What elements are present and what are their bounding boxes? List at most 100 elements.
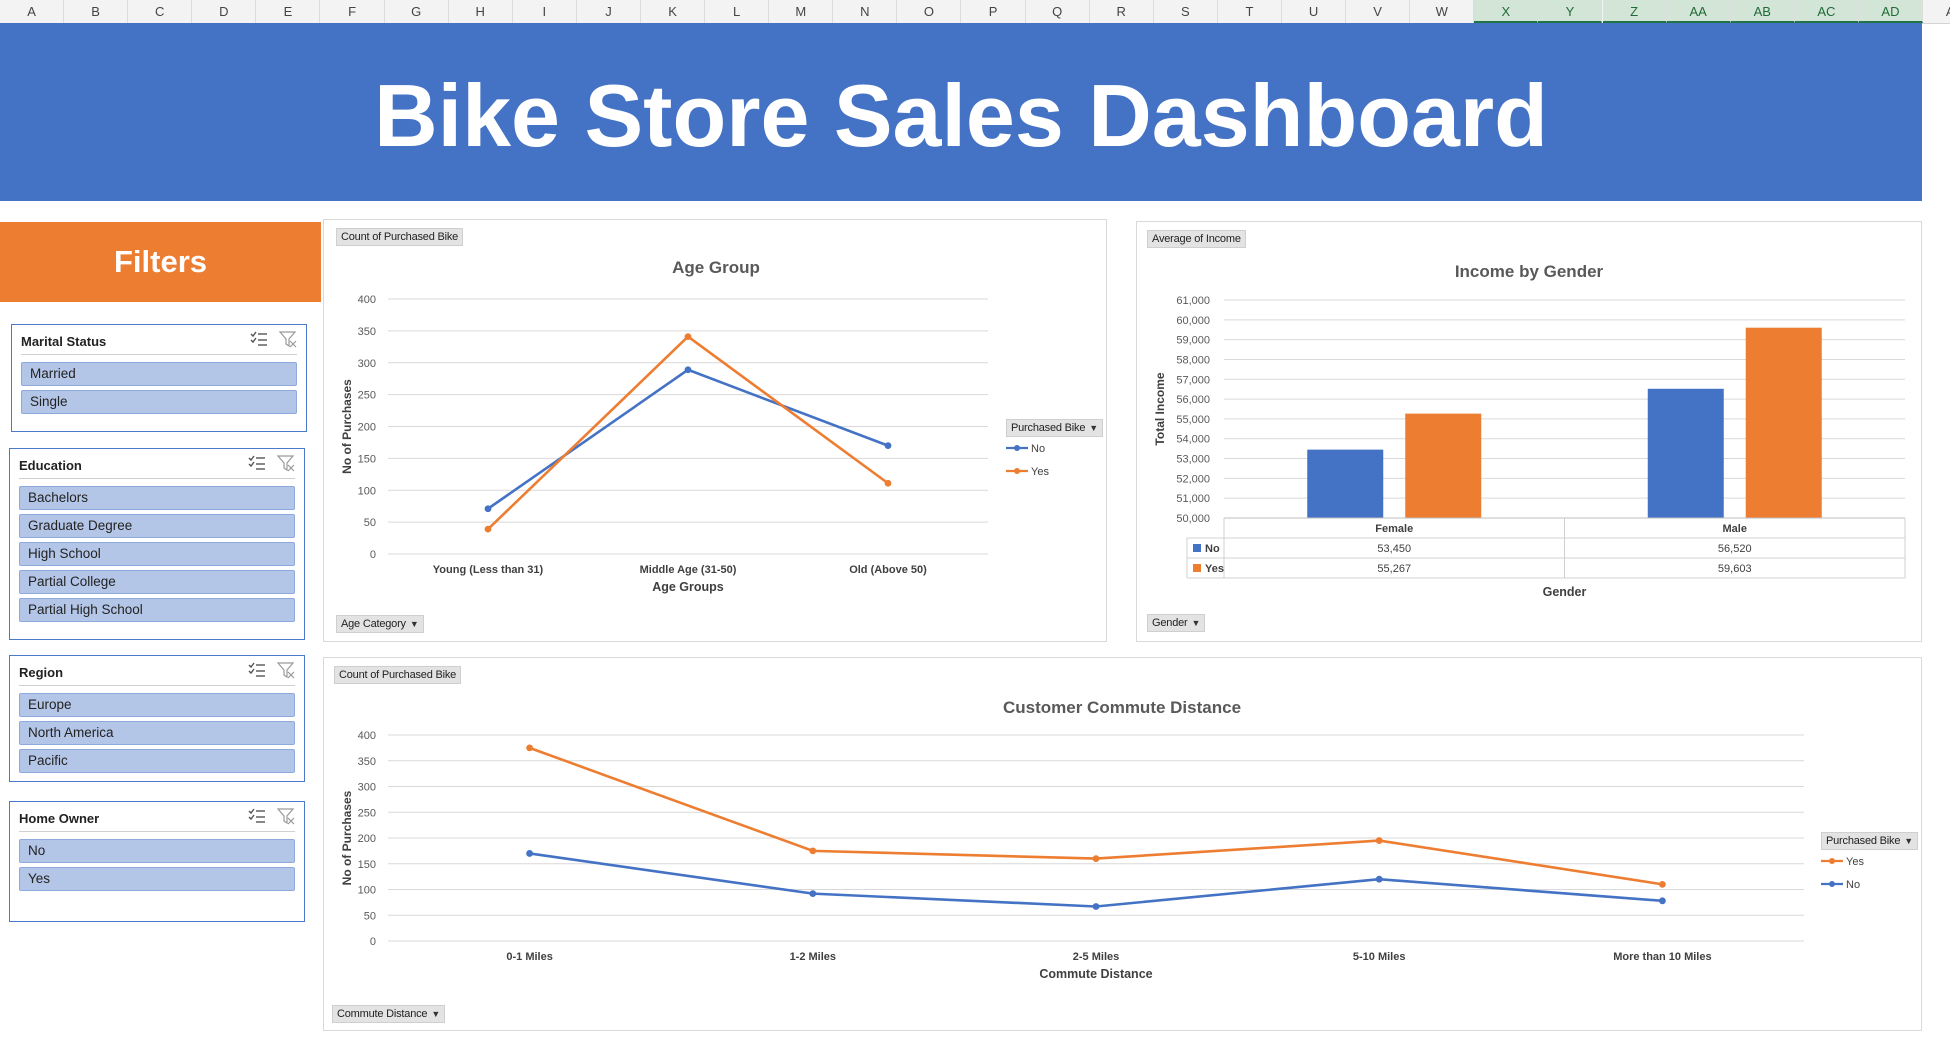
- column-header-q[interactable]: Q: [1026, 0, 1090, 23]
- y-tick-label: 150: [358, 859, 376, 871]
- legend-field-button-purchased-bike[interactable]: Purchased Bike ▼: [1821, 832, 1918, 850]
- slicer-item-single[interactable]: Single: [21, 390, 297, 414]
- slicer-item-graduate-degree[interactable]: Graduate Degree: [19, 514, 295, 538]
- x-axis-title: Commute Distance: [1039, 967, 1152, 981]
- data-point-no: [1659, 897, 1666, 905]
- slicer-item-no[interactable]: No: [19, 839, 295, 863]
- column-header-v[interactable]: V: [1346, 0, 1411, 23]
- column-header-y[interactable]: Y: [1538, 0, 1603, 23]
- column-header-i[interactable]: I: [513, 0, 577, 23]
- age-group-plot: Age Group 0 50 100 150 200 250 300 350 400 Young (…: [340, 258, 1049, 594]
- column-header-a[interactable]: A: [0, 0, 65, 23]
- y-axis-title: No of Purchases: [340, 790, 354, 885]
- y-tick-label: 300: [358, 782, 376, 794]
- slicer-region: Region Europe North America Pacific: [9, 655, 305, 782]
- column-header-j[interactable]: J: [577, 0, 641, 23]
- legend-label-yes: Yes: [1846, 856, 1864, 868]
- x-axis-title: Gender: [1543, 585, 1587, 599]
- slicer-item-bachelors[interactable]: Bachelors: [19, 486, 295, 510]
- column-header-k[interactable]: K: [641, 0, 706, 23]
- field-button-gender[interactable]: Gender ▼: [1147, 614, 1206, 632]
- y-tick-label: 150: [358, 453, 376, 465]
- x-axis-title: Age Groups: [652, 580, 724, 594]
- y-tick-label: 60,000: [1176, 315, 1210, 327]
- column-header-ac[interactable]: AC: [1794, 0, 1859, 23]
- y-tick-label: 300: [358, 358, 376, 370]
- dashboard-title: Bike Store Sales Dashboard: [0, 23, 1922, 201]
- column-header-u[interactable]: U: [1282, 0, 1347, 23]
- slicer-home-owner: Home Owner No Yes: [9, 801, 305, 922]
- column-header-l[interactable]: L: [705, 0, 770, 23]
- column-header-h[interactable]: H: [449, 0, 513, 23]
- multi-select-icon[interactable]: [247, 661, 267, 683]
- clear-filter-icon[interactable]: [278, 330, 298, 352]
- slicer-item-yes[interactable]: Yes: [19, 867, 295, 891]
- data-table-value: 59,603: [1718, 563, 1752, 575]
- chart-age-group: Count of Purchased Bike Age Group 0 50 100 1…: [323, 219, 1107, 642]
- column-header-p[interactable]: P: [962, 0, 1026, 23]
- multi-select-icon[interactable]: [247, 807, 267, 829]
- column-header-c[interactable]: C: [128, 0, 193, 23]
- y-tick-label: 200: [358, 422, 376, 434]
- dropdown-arrow-icon: ▼: [431, 1009, 441, 1019]
- legend-key-no: [1193, 544, 1201, 552]
- column-header-ab[interactable]: AB: [1730, 0, 1795, 23]
- x-tick-label: 0-1 Miles: [506, 951, 552, 963]
- filters-header: Filters: [0, 222, 321, 302]
- slicer-item-high-school[interactable]: High School: [19, 542, 295, 566]
- column-header-ae[interactable]: AE: [1923, 0, 1950, 23]
- y-tick-label: 350: [358, 326, 376, 338]
- legend-field-label: Purchased Bike: [1011, 422, 1086, 434]
- y-tick-label: 50: [364, 910, 376, 922]
- x-tick-label: Male: [1723, 523, 1747, 535]
- dropdown-arrow-icon: ▼: [409, 619, 419, 629]
- slicer-items: No Yes: [19, 839, 295, 895]
- clear-filter-icon[interactable]: [276, 454, 296, 476]
- multi-select-icon[interactable]: [247, 454, 267, 476]
- y-tick-label: 0: [370, 549, 376, 561]
- y-tick-label: 100: [358, 485, 376, 497]
- slicer-item-partial-high-school[interactable]: Partial High School: [19, 598, 295, 622]
- column-header-n[interactable]: N: [833, 0, 898, 23]
- clear-filter-icon[interactable]: [276, 807, 296, 829]
- x-tick-label: Female: [1375, 523, 1413, 535]
- y-tick-label: 54,000: [1176, 434, 1210, 446]
- slicer-item-pacific[interactable]: Pacific: [19, 749, 295, 773]
- field-button-label: Commute Distance: [337, 1008, 428, 1020]
- column-header-d[interactable]: D: [192, 0, 257, 23]
- data-point-yes: [1375, 837, 1383, 844]
- column-header-aa[interactable]: AA: [1666, 0, 1731, 23]
- column-header-z[interactable]: Z: [1602, 0, 1667, 23]
- legend-key-yes: [1193, 564, 1201, 572]
- column-header-r[interactable]: R: [1090, 0, 1154, 23]
- column-header-g[interactable]: G: [385, 0, 449, 23]
- column-header-w[interactable]: W: [1410, 0, 1475, 23]
- x-tick-label: 1-2 Miles: [790, 951, 836, 963]
- field-button-commute-distance[interactable]: Commute Distance ▼: [332, 1005, 446, 1023]
- column-header-t[interactable]: T: [1218, 0, 1282, 23]
- slicer-item-europe[interactable]: Europe: [19, 693, 295, 717]
- legend-field-button-purchased-bike[interactable]: Purchased Bike ▼: [1006, 419, 1103, 437]
- column-header-x[interactable]: X: [1474, 0, 1539, 23]
- clear-filter-icon[interactable]: [276, 661, 296, 683]
- column-header-s[interactable]: S: [1154, 0, 1218, 23]
- slicer-item-partial-college[interactable]: Partial College: [19, 570, 295, 594]
- data-point-yes: [526, 744, 533, 752]
- slicer-marital-status: Marital Status Married Single: [11, 324, 307, 432]
- column-header-o[interactable]: O: [897, 0, 962, 23]
- slicer-item-north-america[interactable]: North America: [19, 721, 295, 745]
- column-header-m[interactable]: M: [769, 0, 834, 23]
- column-header-e[interactable]: E: [256, 0, 321, 23]
- bar-yes-male: [1745, 327, 1822, 518]
- y-tick-label: 200: [358, 833, 376, 845]
- y-tick-label: 57,000: [1176, 374, 1210, 386]
- column-header-f[interactable]: F: [321, 0, 385, 23]
- multi-select-icon[interactable]: [249, 330, 269, 352]
- y-tick-label: 100: [358, 885, 376, 897]
- column-header-b[interactable]: B: [64, 0, 129, 23]
- dropdown-arrow-icon: ▼: [1191, 618, 1201, 628]
- column-header-ad[interactable]: AD: [1858, 0, 1923, 23]
- field-button-age-category[interactable]: Age Category ▼: [336, 615, 424, 633]
- slicer-item-married[interactable]: Married: [21, 362, 297, 386]
- y-tick-label: 61,000: [1176, 295, 1210, 307]
